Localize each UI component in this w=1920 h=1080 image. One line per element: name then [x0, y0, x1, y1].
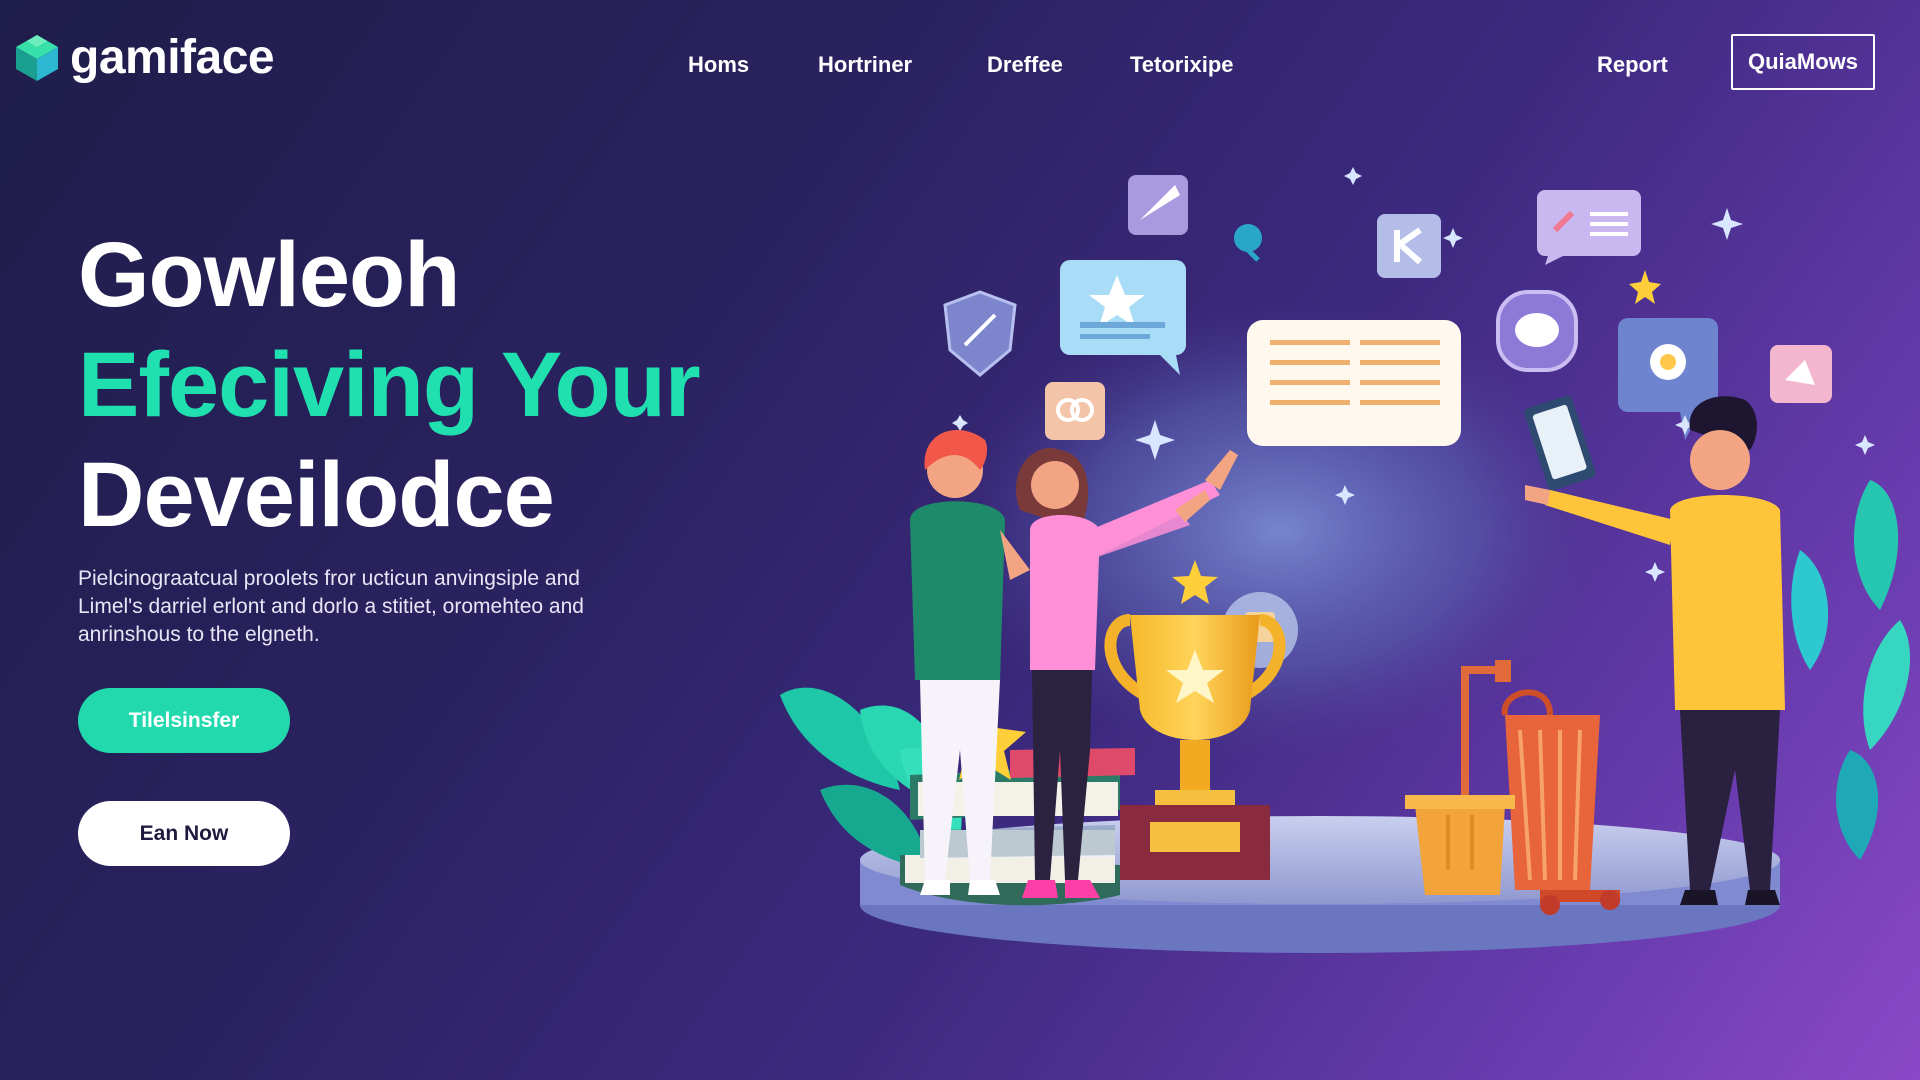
balloon-figure-icon — [1234, 224, 1262, 262]
hero-description-line-2: Limel's darriel erlont and dorlo a stiti… — [78, 595, 584, 618]
nav-report-link[interactable]: Report — [1597, 52, 1668, 78]
list-card-icon — [1247, 320, 1461, 446]
hero-title-line-3: Deveilodce — [78, 444, 555, 546]
logo-text: gamiface — [70, 31, 275, 84]
hero-title-line-1: Gowleoh — [78, 224, 460, 326]
hero-title-line-2: Efeciving Your — [78, 334, 701, 436]
hero-illustration — [780, 167, 1910, 953]
primary-cta-button[interactable]: Tilelsinsfer — [78, 688, 290, 753]
leaves-right-icon — [1791, 480, 1910, 860]
logo-cube-icon — [16, 34, 58, 81]
nav-item-homs[interactable]: Homs — [688, 52, 749, 78]
chat-bubble-icon — [1496, 290, 1578, 372]
hero-description: Pielcinograatcual proolets fror ucticun … — [78, 565, 678, 649]
k-badge-icon — [1377, 214, 1441, 278]
nav-item-hortriner[interactable]: Hortriner — [818, 52, 912, 78]
quill-icon — [1128, 175, 1188, 235]
pen-list-icon — [1537, 190, 1641, 265]
bird-badge-icon — [1770, 345, 1832, 403]
logo[interactable]: gamiface — [14, 30, 275, 85]
shield-icon — [943, 290, 1017, 377]
hero-description-line-1: Pielcinograatcual proolets fror ucticun … — [78, 567, 580, 590]
hero-title: Gowleoh Efeciving Your Deveilodce — [78, 220, 701, 550]
header-cta-button[interactable]: QuiaMows — [1731, 34, 1875, 90]
ring-badge-icon — [1045, 382, 1105, 440]
nav-item-dreffee[interactable]: Dreffee — [987, 52, 1063, 78]
secondary-cta-button[interactable]: Ean Now — [78, 801, 290, 866]
hero-description-line-3: anrinshous to the elgneth. — [78, 623, 320, 646]
nav-item-tetorixipe[interactable]: Tetorixipe — [1130, 52, 1234, 78]
star-small-icon — [1629, 270, 1661, 304]
